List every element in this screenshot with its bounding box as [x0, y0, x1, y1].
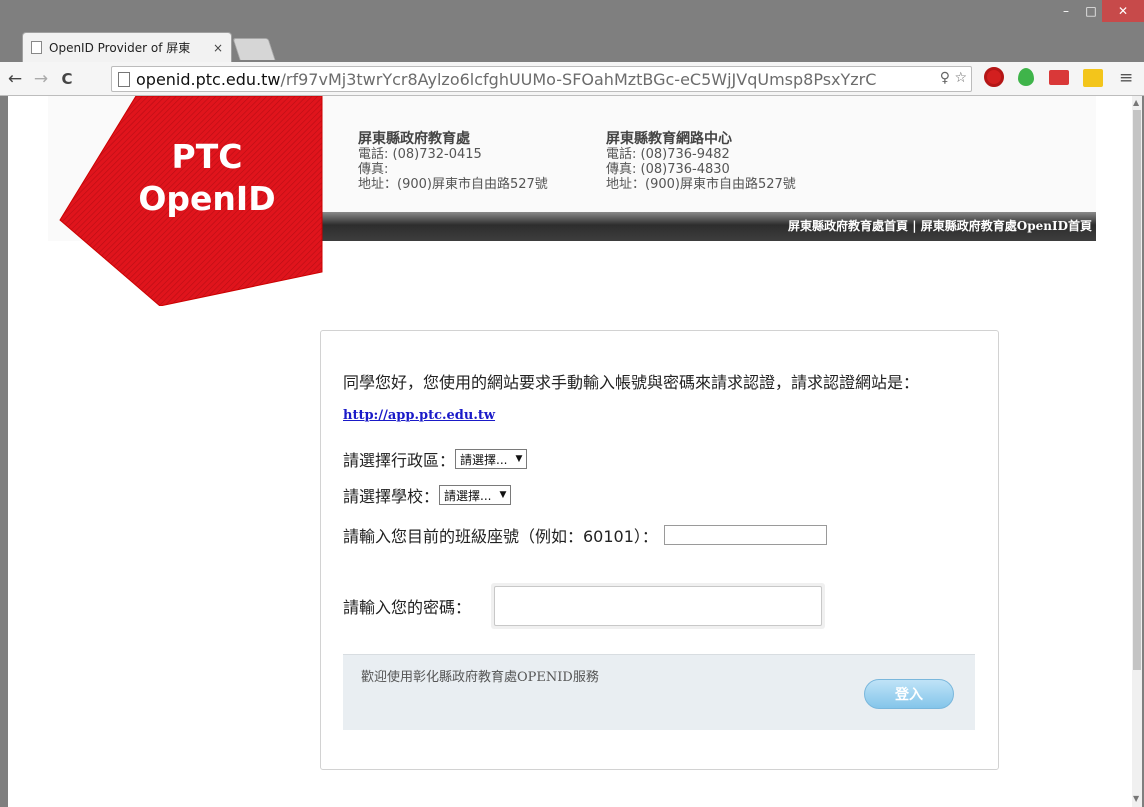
login-card: 同學您好，您使用的網站要求手動輸入帳號與密碼來請求認證，請求認證網站是： htt…: [320, 330, 999, 770]
district-label: 請選擇行政區：: [343, 451, 456, 470]
seat-number-input[interactable]: [663, 525, 827, 545]
dropdown-arrow-icon: ▼: [515, 454, 523, 464]
adblock-extension-icon[interactable]: [984, 67, 1004, 87]
openid-home-link[interactable]: 屏東縣政府教育處OpenID首頁: [921, 219, 1092, 233]
browser-menu-icon[interactable]: ≡: [1119, 68, 1135, 88]
school-selected-value: 請選擇...: [444, 488, 492, 503]
browser-toolbar: ← → C openid.ptc.edu.tw/rf97vMj3twrYcr8A…: [0, 62, 1144, 96]
contact-org-name: 屏東縣政府教育處: [358, 131, 470, 147]
contact-address: 地址：(900)屏東市自由路527號: [606, 177, 796, 192]
seat-label: 請輸入您目前的班級座號（例如：60101）：: [343, 527, 658, 546]
login-button[interactable]: 登入: [864, 679, 954, 709]
school-label: 請選擇學校：: [343, 487, 440, 506]
contact-address: 地址：(900)屏東市自由路527號: [358, 177, 548, 192]
logo-text: PTC OpenID: [112, 136, 302, 220]
vertical-scrollbar[interactable]: ▲ ▼: [1132, 96, 1142, 807]
url-host: openid.ptc.edu.tw: [136, 69, 281, 89]
scroll-up-arrow-icon[interactable]: ▲: [1133, 98, 1139, 107]
dropdown-arrow-icon: ▼: [499, 490, 507, 500]
page-info-icon[interactable]: [118, 71, 130, 87]
intro-text: 同學您好，您使用的網站要求手動輸入帳號與密碼來請求認證，請求認證網站是：: [343, 373, 920, 392]
url-path: /rf97vMj3twrYcr8Aylzo6lcfghUUMo-SFOahMzt…: [280, 69, 877, 89]
maximize-button[interactable]: □: [1080, 0, 1102, 22]
new-tab-button[interactable]: [232, 38, 276, 60]
welcome-text: 歡迎使用彰化縣政府教育處OPENID服務: [361, 670, 599, 685]
logo-line-2: OpenID: [138, 179, 276, 218]
seat-row: 請輸入您目前的班級座號（例如：60101）：: [343, 523, 827, 547]
district-row: 請選擇行政區： 請選擇... ▼: [343, 447, 528, 471]
education-dept-home-link[interactable]: 屏東縣政府教育處首頁: [788, 219, 908, 233]
contact-phone: 電話: (08)736-9482: [606, 147, 730, 162]
gmail-extension-icon[interactable]: [1049, 70, 1069, 85]
reload-icon[interactable]: C: [56, 70, 78, 88]
password-input[interactable]: [494, 586, 823, 626]
login-footer: 歡迎使用彰化縣政府教育處OPENID服務 登入: [343, 654, 975, 730]
header-links: 屏東縣政府教育處首頁 | 屏東縣政府教育處OpenID首頁: [788, 217, 1092, 234]
school-row: 請選擇學校： 請選擇... ▼: [343, 483, 512, 507]
forward-icon[interactable]: →: [30, 69, 52, 89]
logo-line-1: PTC: [171, 137, 243, 176]
header-nav-bar: 屏東縣政府教育處首頁 | 屏東縣政府教育處OpenID首頁: [238, 212, 1096, 241]
password-input-wrapper: [491, 583, 826, 629]
browser-tab[interactable]: OpenID Provider of 屏東 ×: [22, 32, 232, 62]
back-icon[interactable]: ←: [4, 69, 26, 89]
bookmark-star-icon[interactable]: ♀ ☆: [935, 70, 967, 86]
school-select[interactable]: 請選擇... ▼: [439, 485, 512, 505]
evernote-extension-icon[interactable]: [1018, 68, 1034, 86]
requesting-site-link[interactable]: http://app.ptc.edu.tw: [343, 408, 495, 423]
address-bar[interactable]: openid.ptc.edu.tw/rf97vMj3twrYcr8Aylzo6l…: [111, 66, 972, 92]
window-frame-left: [0, 96, 8, 807]
password-row: 請輸入您的密碼：: [343, 583, 826, 629]
district-select[interactable]: 請選擇... ▼: [455, 449, 528, 469]
close-window-button[interactable]: ✕: [1102, 0, 1144, 22]
contact-org-name: 屏東縣教育網路中心: [606, 131, 732, 147]
link-separator: |: [908, 219, 921, 233]
password-label: 請輸入您的密碼：: [343, 598, 472, 617]
contact-fax: 傳真:: [358, 162, 389, 177]
scroll-down-arrow-icon[interactable]: ▼: [1133, 794, 1139, 803]
page-icon: [31, 41, 42, 54]
contact-network-center: 屏東縣教育網路中心 電話: (08)736-9482 傳真: (08)736-4…: [606, 131, 796, 193]
tab-close-icon[interactable]: ×: [213, 41, 223, 55]
tab-title: OpenID Provider of 屏東: [49, 41, 191, 55]
signin-extension-icon[interactable]: [1083, 69, 1103, 87]
contact-fax: 傳真: (08)736-4830: [606, 162, 730, 177]
scrollbar-thumb[interactable]: [1133, 110, 1141, 670]
page-viewport: 屏東縣政府教育處首頁 | 屏東縣政府教育處OpenID首頁 PTC OpenID…: [8, 96, 1132, 807]
district-selected-value: 請選擇...: [460, 452, 508, 467]
minimize-button[interactable]: –: [1052, 0, 1080, 22]
contact-education-dept: 屏東縣政府教育處 電話: (08)732-0415 傳真: 地址：(900)屏東…: [358, 131, 548, 193]
contact-phone: 電話: (08)732-0415: [358, 147, 482, 162]
